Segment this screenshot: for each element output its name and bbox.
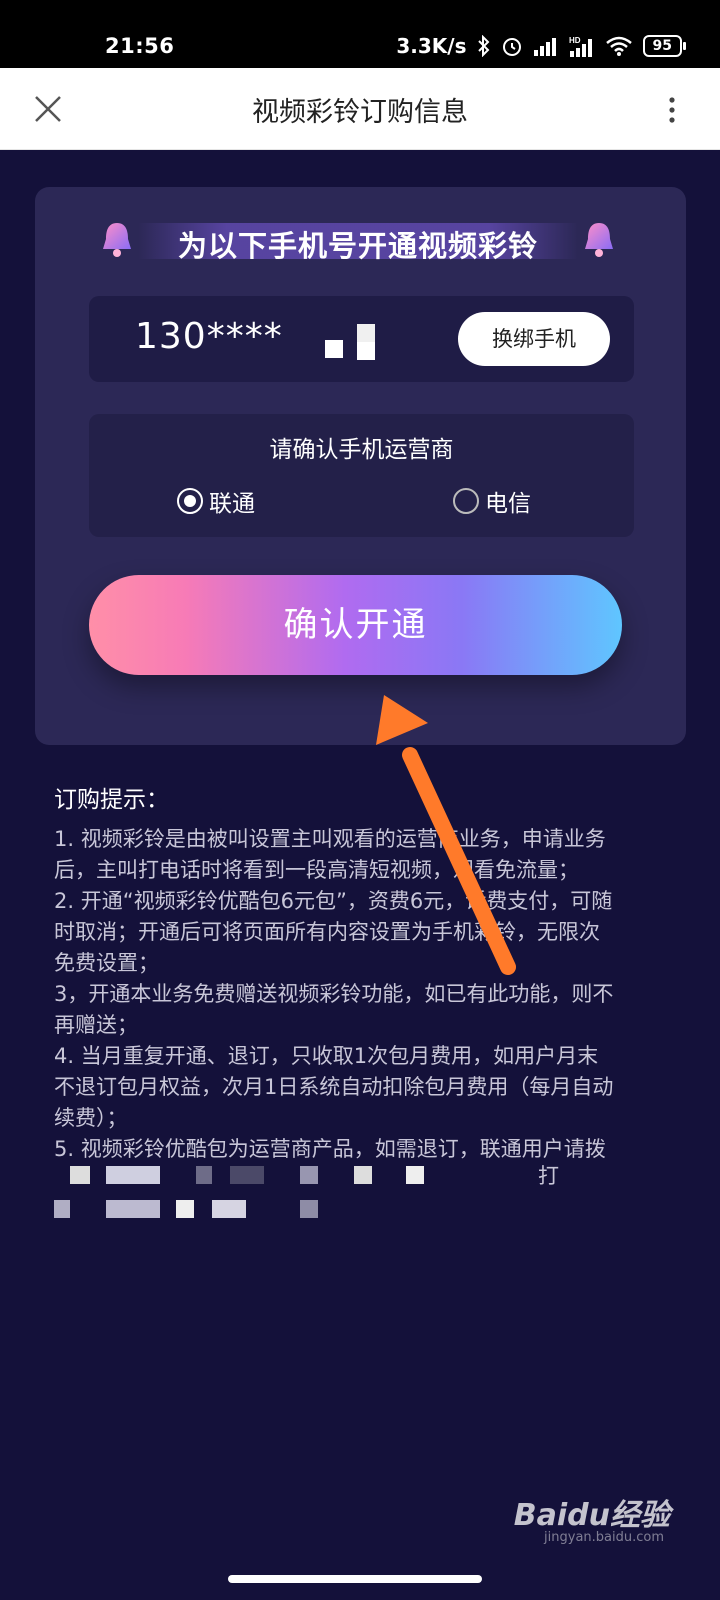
- tips-line: 免费设置；: [54, 951, 159, 975]
- redaction-mosaic: [212, 1200, 246, 1218]
- radio-unchecked-icon: [453, 488, 479, 514]
- alarm-icon: [502, 38, 521, 56]
- wifi-icon: [605, 36, 632, 56]
- radio-checked-icon: [177, 488, 203, 514]
- redaction-mask: [325, 340, 343, 358]
- bell-icon: [585, 223, 613, 257]
- tips-line: 续费）；: [54, 1106, 128, 1130]
- tips-line: 再赠送；: [54, 1013, 138, 1037]
- status-bar: 21:56 3.3K/s HD 95: [0, 0, 720, 68]
- redaction-mosaic: [196, 1166, 212, 1184]
- radio-label: 电信: [485, 491, 531, 517]
- radio-unicom[interactable]: 联通: [177, 484, 255, 518]
- watermark-url: jingyan.baidu.com: [544, 1530, 664, 1545]
- tips-line: 4. 当月重复开通、退订，只收取1次包月费用，如用户月末: [54, 1044, 599, 1068]
- redaction-mask: [357, 324, 375, 342]
- baidu-watermark: Baidu经验: [513, 1498, 670, 1533]
- redaction-mosaic: [70, 1166, 90, 1184]
- redaction-mosaic: [176, 1200, 194, 1218]
- redaction-mosaic: [106, 1166, 160, 1184]
- phone-number-box: 130**** 换绑手机: [89, 296, 634, 382]
- radio-label: 联通: [209, 491, 255, 517]
- network-speed: 3.3K/s: [396, 34, 467, 58]
- redaction-mosaic: [54, 1200, 70, 1218]
- redaction-mosaic: [406, 1166, 424, 1184]
- radio-telecom[interactable]: 电信: [453, 484, 531, 518]
- signal-icon: [533, 38, 556, 56]
- status-time: 21:56: [105, 34, 175, 58]
- phone-number: 130****: [135, 316, 283, 357]
- tips-partial-text: 打: [538, 1164, 559, 1188]
- redaction-mosaic: [300, 1200, 318, 1218]
- tips-line: 3，开通本业务免费赠送视频彩铃功能，如已有此功能，则不: [54, 982, 614, 1006]
- status-icons: 3.3K/s HD 95: [396, 34, 687, 58]
- carrier-title: 请确认手机运营商: [269, 437, 454, 463]
- redaction-mask: [357, 342, 375, 360]
- bluetooth-icon: [477, 35, 489, 57]
- tips-line: 1. 视频彩铃是由被叫设置主叫观看的运营商业务，申请业务: [54, 827, 606, 851]
- redaction-mosaic: [300, 1166, 318, 1184]
- banner: 为以下手机号开通视频彩铃: [98, 217, 618, 263]
- hd-label: HD: [569, 36, 581, 45]
- subscribe-card: 为以下手机号开通视频彩铃 130**** 换绑手机 请确认手机运营商 联通 电信…: [35, 187, 686, 745]
- redaction-mosaic: [230, 1166, 264, 1184]
- tips-line: 2. 开通“视频彩铃优酷包6元包”，资费6元，话费支付，可随: [54, 889, 613, 913]
- battery-indicator: 95: [642, 35, 687, 57]
- subscription-tips: 订购提示： 1. 视频彩铃是由被叫设置主叫观看的运营商业务，申请业务 后，主叫打…: [54, 780, 664, 1165]
- tips-line: 不退订包月权益，次月1日系统自动扣除包月费用（每月自动: [54, 1075, 614, 1099]
- annotation-arrow-icon: [376, 695, 516, 975]
- confirm-subscribe-button[interactable]: 确认开通: [89, 575, 622, 675]
- tips-line: 5. 视频彩铃优酷包为运营商产品，如需退订，联通用户请拨: [54, 1137, 606, 1161]
- page-title: 视频彩铃订购信息: [252, 97, 468, 128]
- carrier-select-box: 请确认手机运营商 联通 电信: [89, 414, 634, 537]
- rebind-phone-button[interactable]: 换绑手机: [458, 312, 610, 366]
- redaction-mosaic: [354, 1166, 372, 1184]
- redaction-mosaic: [106, 1200, 160, 1218]
- banner-title: 为以下手机号开通视频彩铃: [177, 229, 538, 263]
- home-indicator[interactable]: [228, 1575, 482, 1583]
- tips-title: 订购提示：: [54, 787, 169, 813]
- tips-line: 时取消；开通后可将页面所有内容设置为手机彩铃，无限次: [54, 920, 600, 944]
- app-bar: 视频彩铃订购信息: [0, 68, 720, 150]
- tips-line: 后，主叫打电话时将看到一段高清短视频，观看免流量；: [54, 858, 579, 882]
- more-vertical-icon[interactable]: [662, 95, 682, 125]
- signal-hd-icon: HD: [569, 36, 592, 57]
